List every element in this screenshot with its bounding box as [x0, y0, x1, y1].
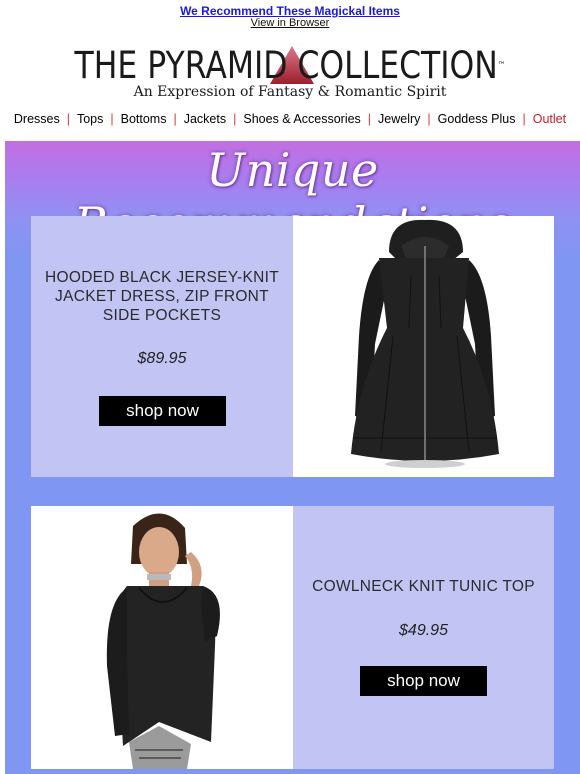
category-nav: Dresses | Tops | Bottoms | Jackets | Shoes & Acc… — [0, 112, 580, 126]
shop-now-button[interactable]: shop now — [360, 666, 487, 696]
logo-title: THE PYRAMID COLLECTION™ — [74, 44, 506, 87]
nav-separator: | — [522, 112, 526, 126]
product-name[interactable]: COWLNECK KNIT TUNIC TOP — [293, 577, 554, 596]
product-name[interactable]: HOODED BLACK JERSEY-KNIT JACKET DRESS, Z… — [31, 268, 293, 325]
product-price: $89.95 — [137, 350, 187, 367]
nav-separator: | — [173, 112, 177, 126]
nav-separator: | — [233, 112, 237, 126]
nav-separator: | — [66, 112, 70, 126]
nav-bottoms[interactable]: Bottoms — [121, 112, 167, 126]
hooded-jacket-dress-image[interactable] — [293, 216, 554, 477]
recommendations-banner: Unique Recommendations HOODED BLACK JERS… — [5, 141, 580, 774]
product-card-1: HOODED BLACK JERSEY-KNIT JACKET DRESS, Z… — [31, 216, 293, 477]
view-in-browser-link[interactable]: View in Browser — [0, 17, 580, 29]
jacket-dress-icon — [351, 219, 499, 468]
nav-separator: | — [367, 112, 372, 126]
shop-now-button[interactable]: shop now — [99, 396, 226, 426]
nav-dresses[interactable]: Dresses — [14, 112, 60, 126]
nav-separator: | — [110, 112, 114, 126]
nav-jewelry[interactable]: Jewelry — [378, 112, 420, 126]
product-card-2: COWLNECK KNIT TUNIC TOP $49.95 shop now — [293, 506, 554, 769]
recommend-link[interactable]: We Recommend These Magickal Items — [0, 4, 580, 18]
tunic-model-icon — [106, 513, 220, 769]
nav-separator: | — [427, 112, 431, 126]
logo-tagline: An Expression of Fantasy & Romantic Spir… — [133, 84, 447, 100]
product-price: $49.95 — [399, 622, 448, 639]
nav-goddess-plus[interactable]: Goddess Plus — [438, 112, 516, 126]
pyramid-collection-logo[interactable]: THE PYRAMID COLLECTION™ An Expression of… — [0, 44, 580, 104]
nav-jackets[interactable]: Jackets — [184, 112, 226, 126]
nav-tops[interactable]: Tops — [77, 112, 103, 126]
nav-shoes-accessories[interactable]: Shoes & Accessories — [243, 112, 360, 126]
nav-outlet[interactable]: Outlet — [533, 112, 566, 126]
cowlneck-tunic-model-image[interactable] — [31, 506, 293, 769]
